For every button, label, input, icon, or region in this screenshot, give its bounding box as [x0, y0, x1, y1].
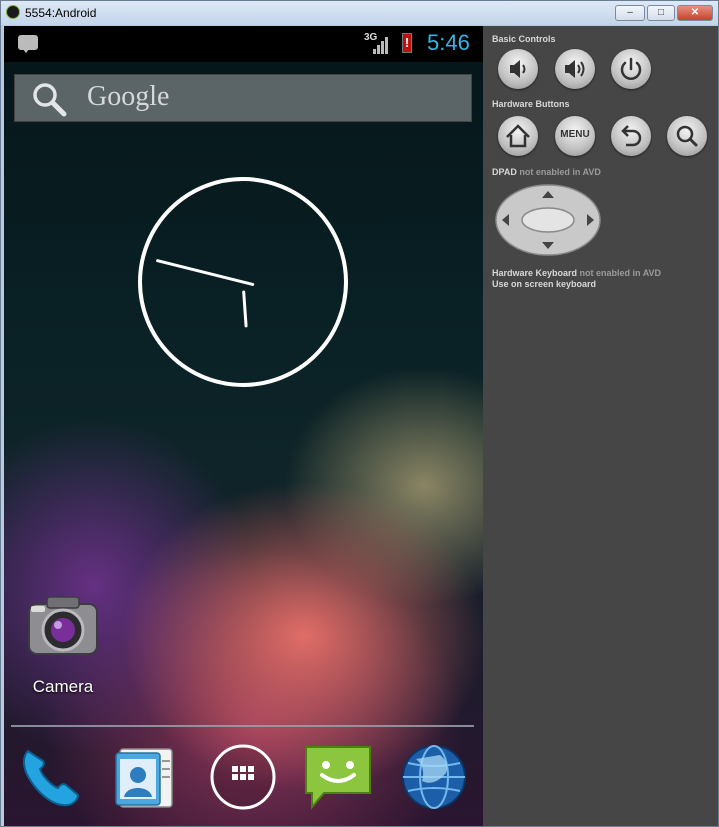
volume-down-icon	[510, 60, 526, 78]
maximize-button[interactable]: □	[647, 5, 675, 21]
dpad-control[interactable]	[495, 184, 601, 256]
minimize-button[interactable]: –	[615, 5, 645, 21]
menu-button[interactable]: MENU	[555, 116, 595, 156]
home-button[interactable]	[498, 116, 538, 156]
basic-controls-heading: Basic Controls	[492, 34, 556, 44]
close-button[interactable]: ✕	[677, 5, 713, 21]
keyboard-title: Hardware Keyboard	[492, 268, 578, 278]
status-bar[interactable]: 3G 5:46	[4, 26, 483, 62]
analog-clock-widget[interactable]	[136, 175, 350, 389]
signal-icon	[371, 34, 391, 54]
volume-up-icon	[565, 60, 585, 78]
emulator-window: 5554:Android – □ ✕ 3G 5:46 Google	[0, 0, 719, 827]
dpad-heading: DPAD not enabled in AVD	[492, 167, 601, 177]
dpad-note: not enabled in AVD	[519, 167, 601, 177]
keyboard-note: not enabled in AVD	[579, 268, 662, 278]
emulator-controls-panel: Basic Controls Hardware Buttons MENU DPA…	[483, 26, 718, 826]
camera-app-label[interactable]: Camera	[4, 677, 122, 697]
title-bar[interactable]: 5554:Android – □ ✕	[1, 1, 718, 25]
clock-minute-hand	[156, 259, 255, 286]
camera-icon[interactable]	[27, 594, 99, 660]
android-screen[interactable]: 3G 5:46 Google Camera	[4, 26, 483, 826]
search-button[interactable]	[667, 116, 707, 156]
keyboard-hint: Use on screen keyboard	[492, 279, 597, 289]
keyboard-heading: Hardware Keyboard not enabled in AVD	[492, 268, 661, 278]
android-app-icon	[6, 5, 20, 19]
window-title: 5554:Android	[25, 6, 97, 20]
power-icon	[620, 57, 642, 80]
dock-divider	[11, 725, 474, 727]
search-bar-label: Google	[87, 81, 170, 112]
dpad-title: DPAD	[492, 167, 517, 177]
bbm-icon	[18, 35, 38, 53]
power-button[interactable]	[611, 49, 651, 89]
phone-icon[interactable]	[16, 743, 84, 811]
clock-hour-hand	[242, 290, 248, 328]
app-drawer-icon[interactable]	[209, 743, 277, 811]
google-search-bar[interactable]: Google	[14, 74, 472, 122]
battery-warning-icon	[402, 33, 412, 53]
search-icon	[33, 83, 67, 117]
back-button[interactable]	[611, 116, 651, 156]
volume-down-button[interactable]	[498, 49, 538, 89]
hardware-buttons-heading: Hardware Buttons	[492, 99, 570, 109]
menu-button-label: MENU	[560, 129, 590, 140]
status-time: 5:46	[427, 30, 470, 55]
messaging-icon[interactable]	[304, 743, 372, 811]
search-icon	[676, 125, 698, 147]
volume-up-button[interactable]	[555, 49, 595, 89]
home-icon	[506, 124, 530, 148]
back-icon	[621, 125, 642, 147]
contacts-icon[interactable]	[112, 743, 180, 811]
browser-icon[interactable]	[400, 743, 468, 811]
dpad-center-button[interactable]	[521, 207, 575, 233]
